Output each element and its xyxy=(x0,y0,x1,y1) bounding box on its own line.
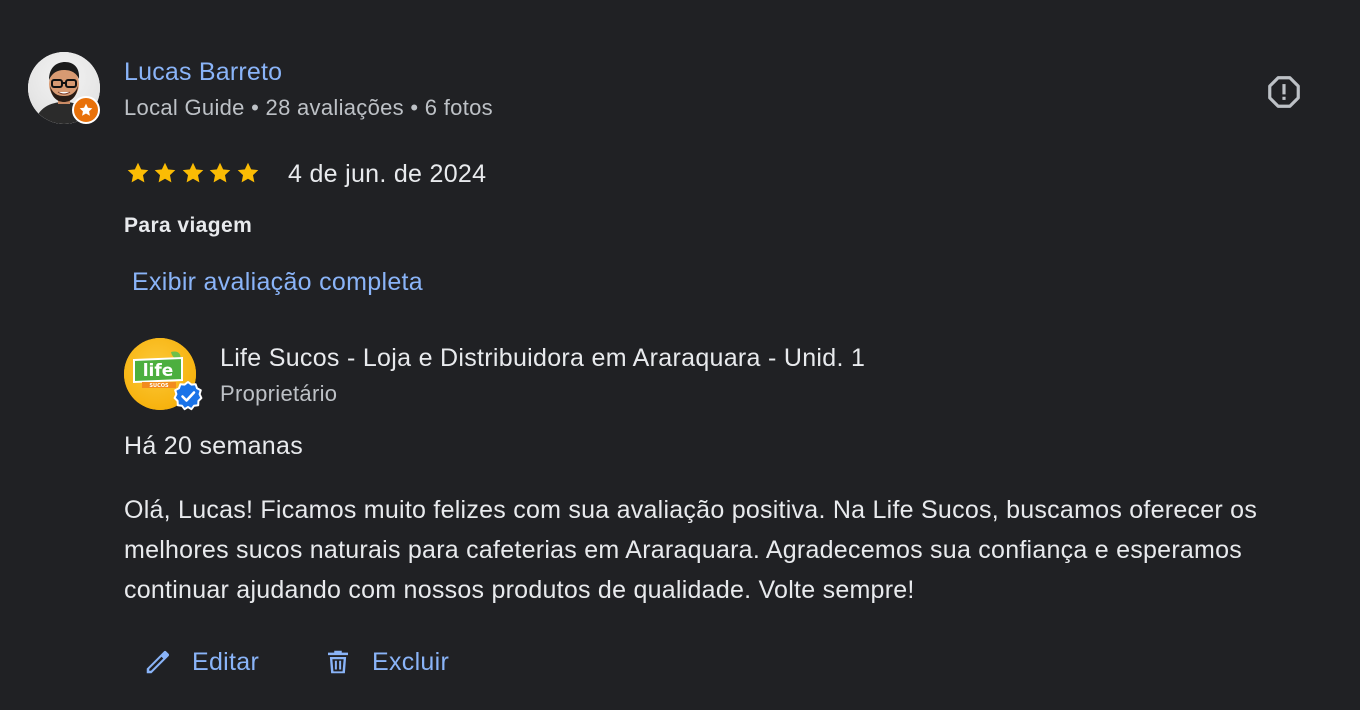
business-logo-text: life xyxy=(143,361,174,381)
star-icon xyxy=(234,159,262,187)
business-logo-subtext: SUCOS xyxy=(149,383,169,389)
delete-reply-button[interactable]: Excluir xyxy=(322,642,449,682)
local-guide-star-icon xyxy=(72,96,100,124)
delete-reply-label: Excluir xyxy=(372,647,450,676)
business-name: Life Sucos - Loja e Distribuidora em Ara… xyxy=(220,344,866,372)
reviewer-meta: Local Guide • 28 avaliações • 6 fotos xyxy=(124,95,493,120)
trash-icon xyxy=(322,646,354,678)
verified-badge-icon xyxy=(172,380,204,412)
review-date: 4 de jun. de 2024 xyxy=(288,160,487,188)
service-type-label: Para viagem xyxy=(124,214,253,237)
owner-role-label: Proprietário xyxy=(220,381,338,406)
show-full-review-link[interactable]: Exibir avaliação completa xyxy=(132,266,423,298)
reviewer-name[interactable]: Lucas Barreto xyxy=(124,56,282,88)
edit-reply-label: Editar xyxy=(192,647,260,676)
pencil-icon xyxy=(142,646,174,678)
star-icon xyxy=(179,159,207,187)
star-rating xyxy=(124,159,262,187)
star-icon xyxy=(207,159,235,187)
star-icon xyxy=(152,159,180,187)
edit-reply-button[interactable]: Editar xyxy=(142,642,259,682)
owner-reply-text: Olá, Lucas! Ficamos muito felizes com su… xyxy=(124,496,1258,604)
star-icon xyxy=(124,159,152,187)
reply-time: Há 20 semanas xyxy=(124,432,303,460)
report-flag-icon[interactable] xyxy=(1264,72,1304,112)
